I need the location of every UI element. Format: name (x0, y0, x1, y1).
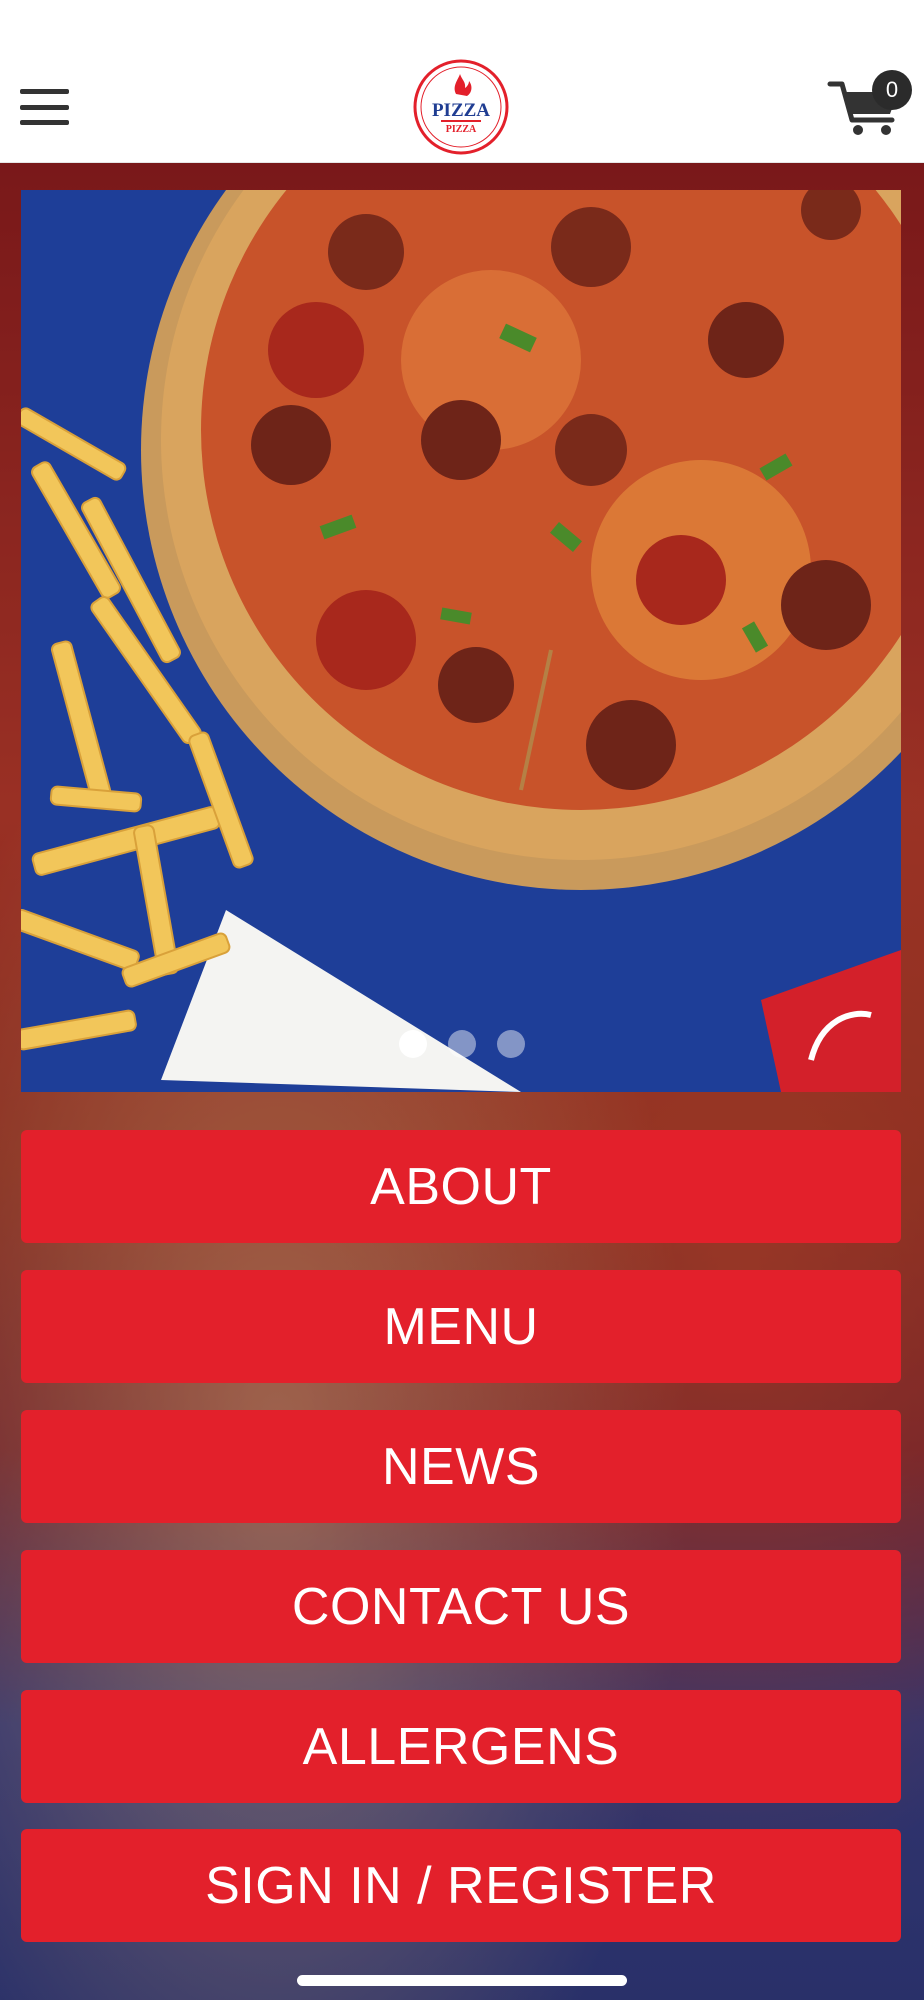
logo-wordmark: PIZZA (432, 100, 490, 121)
about-button[interactable]: ABOUT (21, 1130, 901, 1243)
app-header: PIZZA PIZZA 0 (0, 48, 924, 163)
logo-subtext: PIZZA (446, 124, 477, 135)
carousel-dot-1[interactable] (399, 1030, 427, 1058)
status-bar (0, 0, 924, 48)
allergens-button[interactable]: ALLERGENS (21, 1690, 901, 1803)
contact-us-button[interactable]: CONTACT US (21, 1550, 901, 1663)
brand-logo: PIZZA PIZZA (412, 58, 510, 156)
carousel-dot-3[interactable] (497, 1030, 525, 1058)
hamburger-menu-icon[interactable] (20, 89, 69, 125)
sign-in-register-button[interactable]: SIGN IN / REGISTER (21, 1829, 901, 1942)
home-indicator (297, 1975, 627, 1986)
carousel-dot-2[interactable] (448, 1030, 476, 1058)
carousel-pagination (0, 1030, 924, 1060)
news-button[interactable]: NEWS (21, 1410, 901, 1523)
menu-button[interactable]: MENU (21, 1270, 901, 1383)
cart-count-badge: 0 (872, 70, 912, 110)
hero-carousel-image[interactable] (21, 190, 901, 1092)
